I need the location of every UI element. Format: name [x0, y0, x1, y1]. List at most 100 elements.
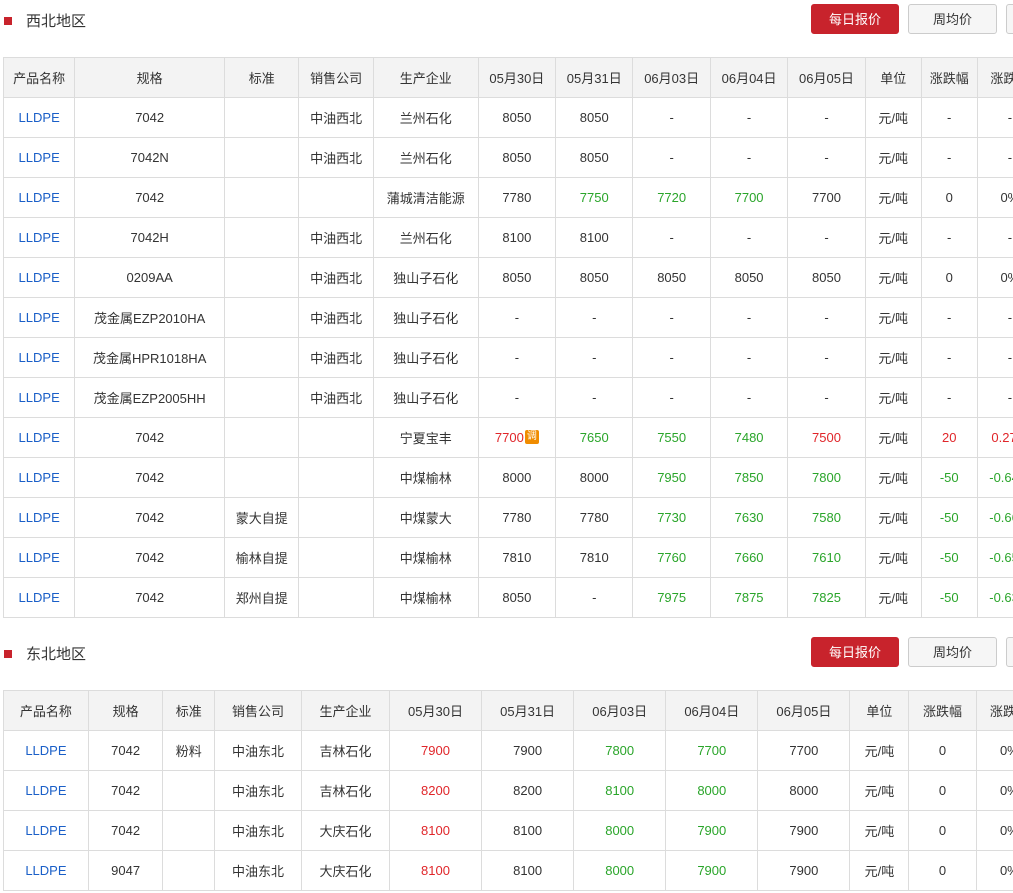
cell-value: -: [514, 390, 520, 405]
cell-value: 独山子石化: [393, 351, 459, 366]
product-link[interactable]: LLDPE: [19, 270, 60, 285]
cell-price-0604: -: [709, 337, 789, 378]
product-link[interactable]: LLDPE: [19, 430, 60, 445]
table-row: LLDPE 7042N 中油西北 兰州石化 8050 8050 - - - 元/吨 - -: [2, 137, 1013, 178]
cell-unit: 元/吨: [864, 137, 922, 178]
product-link[interactable]: LLDPE: [19, 390, 60, 405]
cell-product-name[interactable]: LLDPE: [2, 377, 76, 418]
product-link[interactable]: LLDPE: [25, 783, 66, 798]
cell-product-name[interactable]: LLDPE: [2, 577, 76, 618]
header-sales-company: 销售公司: [214, 690, 302, 731]
cell-product-name[interactable]: LLDPE: [3, 850, 89, 891]
cell-value: 中油西北: [310, 231, 363, 246]
table-row: LLDPE 7042 蒲城清洁能源 7780 7750 7720 7700 7700 元/吨 0 0…: [2, 177, 1013, 218]
cell-product-name[interactable]: LLDPE: [3, 730, 89, 771]
weekly-average-button[interactable]: 周均价: [908, 4, 997, 34]
cell-product-name[interactable]: LLDPE: [2, 97, 76, 138]
cell-value: 7780: [502, 510, 532, 525]
cell-value: -: [1007, 350, 1013, 365]
cell-value: 榆林自提: [235, 551, 288, 566]
cell-product-name[interactable]: LLDPE: [2, 417, 76, 458]
cell-price-0604: 7700: [709, 177, 789, 218]
product-link[interactable]: LLDPE: [19, 590, 60, 605]
cell-product-name[interactable]: LLDPE: [2, 257, 76, 298]
header-spec: 规格: [74, 57, 226, 98]
cell-value: 20: [941, 430, 957, 445]
cell-standard: 蒙大自提: [224, 497, 300, 538]
cell-spec: 7042: [74, 577, 226, 618]
cell-change-amount: -50: [920, 577, 978, 618]
cell-sales-company: 中油西北: [298, 377, 374, 418]
cell-value: -: [514, 310, 520, 325]
product-link[interactable]: LLDPE: [19, 110, 60, 125]
product-link[interactable]: LLDPE: [19, 510, 60, 525]
cell-value: -50: [939, 470, 959, 485]
cell-product-name[interactable]: LLDPE: [2, 337, 76, 378]
cell-value: 元/吨: [878, 271, 908, 286]
cell-standard: [224, 177, 300, 218]
cell-price-0604: 7630: [709, 497, 789, 538]
header-change-amount: 涨跌幅: [908, 690, 977, 731]
cell-price-0531: 8050: [555, 257, 634, 298]
cell-value: -: [746, 110, 752, 125]
cell-price-0530: 7700 调: [477, 417, 557, 458]
cell-unit: 元/吨: [849, 810, 910, 851]
cell-price-0603: -: [632, 377, 711, 418]
cell-product-name[interactable]: LLDPE: [2, 297, 76, 338]
more-button[interactable]: [1006, 637, 1013, 667]
cell-standard: [224, 457, 300, 498]
cell-value: 7700: [494, 430, 524, 445]
product-link[interactable]: LLDPE: [19, 470, 60, 485]
product-link[interactable]: LLDPE: [19, 190, 60, 205]
daily-price-button[interactable]: 每日报价: [811, 4, 899, 34]
adjust-badge-icon[interactable]: 调: [524, 430, 539, 444]
cell-value: 7650: [579, 430, 609, 445]
cell-value: 7042: [135, 510, 165, 525]
cell-product-name[interactable]: LLDPE: [2, 137, 76, 178]
cell-price-0603: -: [632, 297, 711, 338]
price-table-northeast: 产品名称 规格 标准 销售公司 生产企业 05月30日 05月31日 06月03日 06月04日…: [3, 690, 1013, 891]
product-link[interactable]: LLDPE: [19, 310, 60, 325]
cell-product-name[interactable]: LLDPE: [3, 810, 89, 851]
cell-product-name[interactable]: LLDPE: [3, 770, 89, 811]
cell-value: 中油西北: [310, 271, 363, 286]
cell-value: 8050: [502, 270, 532, 285]
cell-value: 8100: [513, 863, 543, 878]
product-link[interactable]: LLDPE: [25, 823, 66, 838]
cell-product-name[interactable]: LLDPE: [2, 457, 76, 498]
cell-value: 7720: [657, 190, 687, 205]
daily-price-button[interactable]: 每日报价: [811, 637, 899, 667]
cell-value: 7900: [789, 823, 819, 838]
cell-unit: 元/吨: [864, 177, 922, 218]
cell-producer: 中煤榆林: [372, 577, 479, 618]
cell-product-name[interactable]: LLDPE: [2, 217, 76, 258]
cell-price-0603: 8000: [573, 810, 667, 851]
header-price-0603: 06月03日: [632, 57, 711, 98]
product-link[interactable]: LLDPE: [19, 550, 60, 565]
cell-value: 元/吨: [878, 431, 908, 446]
cell-price-0604: 7875: [709, 577, 789, 618]
cell-product-name[interactable]: LLDPE: [2, 177, 76, 218]
more-button[interactable]: [1006, 4, 1013, 34]
cell-price-0530: -: [477, 297, 557, 338]
cell-value: 8100: [513, 823, 543, 838]
product-link[interactable]: LLDPE: [19, 350, 60, 365]
weekly-average-button[interactable]: 周均价: [908, 637, 997, 667]
cell-spec: 茂金属EZP2010HA: [74, 297, 226, 338]
cell-value: 8000: [697, 783, 727, 798]
product-link[interactable]: LLDPE: [25, 743, 66, 758]
cell-value: 中油西北: [310, 391, 363, 406]
cell-product-name[interactable]: LLDPE: [2, 497, 76, 538]
cell-unit: 元/吨: [849, 730, 910, 771]
cell-value: 中油东北: [232, 744, 285, 759]
table-row: LLDPE 9047 中油东北 大庆石化 8100 8100 8000 7900 7900 元/吨…: [3, 850, 1013, 891]
header-price-0530: 05月30日: [388, 690, 483, 731]
product-link[interactable]: LLDPE: [19, 230, 60, 245]
cell-product-name[interactable]: LLDPE: [2, 537, 76, 578]
product-link[interactable]: LLDPE: [19, 150, 60, 165]
cell-spec: 9047: [87, 850, 164, 891]
cell-price-0605: -: [787, 337, 866, 378]
cell-price-0605: -: [787, 217, 866, 258]
cell-value: 吉林石化: [319, 744, 372, 759]
product-link[interactable]: LLDPE: [25, 863, 66, 878]
